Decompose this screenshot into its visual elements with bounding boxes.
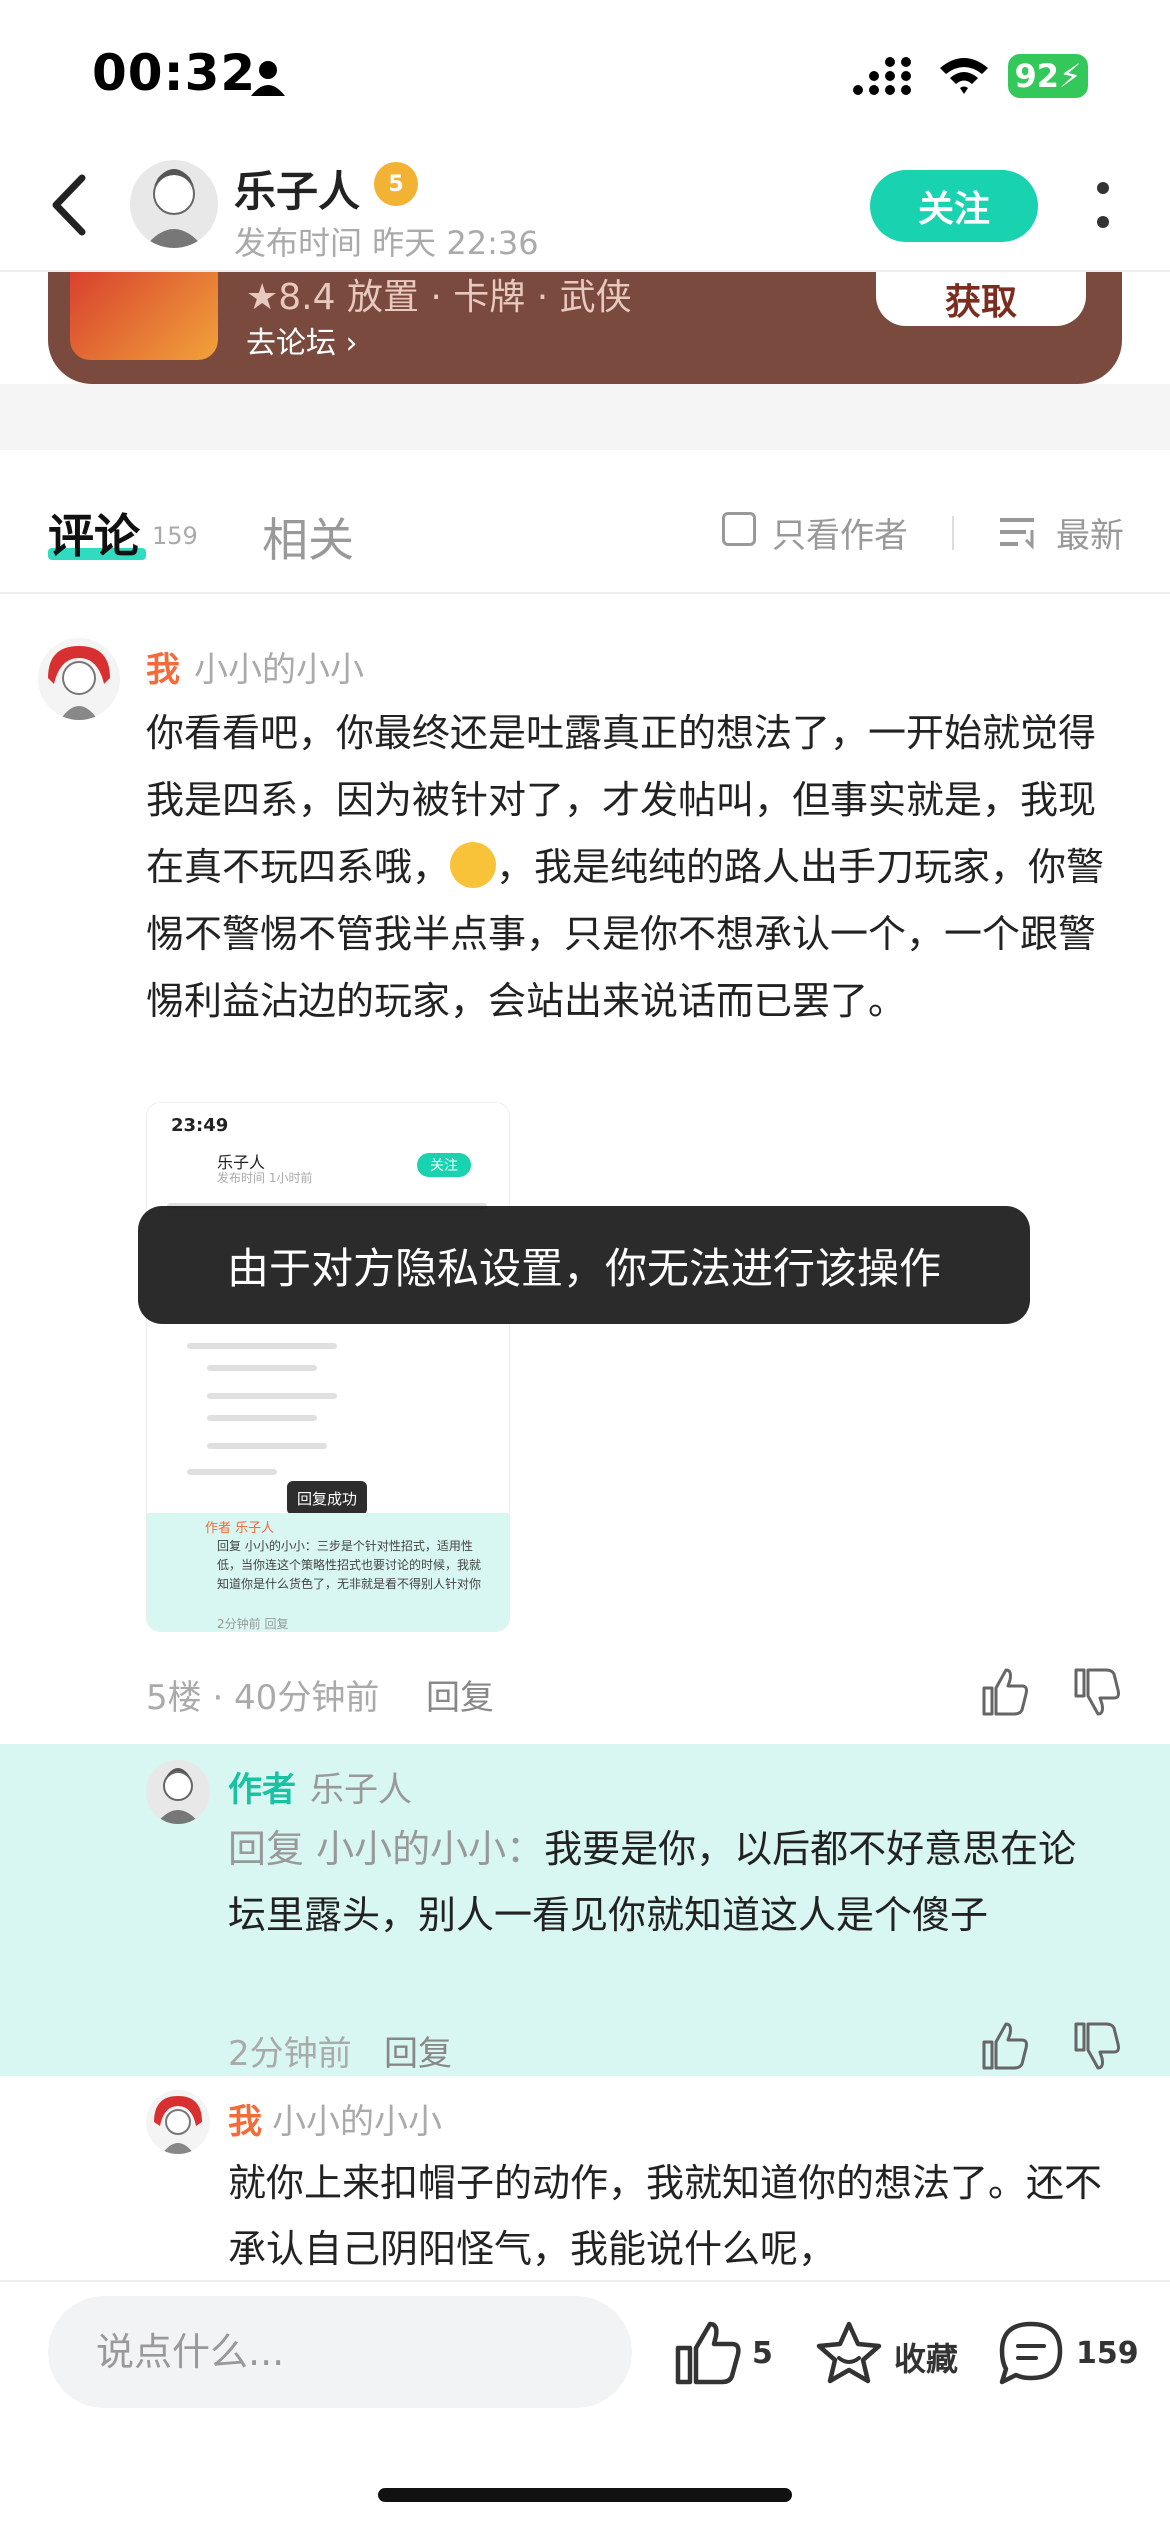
tabs-divider: [0, 592, 1170, 594]
follow-button[interactable]: 关注: [870, 170, 1038, 242]
forum-link[interactable]: 去论坛 ›: [246, 318, 358, 362]
tab-comments[interactable]: 评论: [48, 500, 140, 566]
author-tag: 作者: [228, 1770, 296, 1810]
post-like-count: 5: [752, 2336, 773, 2371]
battery-indicator: 92 ⚡: [1008, 54, 1088, 98]
tab-related[interactable]: 相关: [262, 504, 354, 570]
game-icon: [70, 272, 218, 360]
reply-author-avatar[interactable]: [146, 1760, 210, 1824]
commenter-avatar[interactable]: [38, 638, 120, 720]
thumb-reply-toast: 回复成功: [287, 1481, 367, 1515]
section-spacer: [0, 384, 1170, 450]
reply2-avatar[interactable]: [146, 2090, 210, 2154]
reply-reply-button[interactable]: 回复: [384, 2026, 452, 2075]
comment-reply-button[interactable]: 回复: [426, 1670, 494, 1719]
only-author-checkbox[interactable]: [722, 512, 756, 546]
reply2-me-tag: 我: [228, 2102, 262, 2142]
thumb-author-text: 回复 小小的小小：三步是个针对性招式，适用性低，当你连这个策略性招式也要讨论的时…: [217, 1539, 482, 1591]
dislike-icon[interactable]: [1070, 1666, 1122, 1718]
favorite-star-icon[interactable]: [814, 2318, 884, 2388]
reply-like-icon[interactable]: [978, 2020, 1030, 2072]
post-comment-count: 159: [1076, 2336, 1139, 2371]
sort-label[interactable]: 最新: [1056, 508, 1124, 557]
reply-author-name[interactable]: 乐子人: [310, 1762, 412, 1811]
signal-icon: [853, 57, 911, 95]
thumb-author-tag: 作者 乐子人: [205, 1521, 275, 1536]
thumb-follow: 关注: [417, 1153, 471, 1177]
charging-icon: ⚡: [1059, 57, 1082, 95]
reply-prefix: 回复 小小的小小：: [228, 1827, 545, 1871]
reply-dislike-icon[interactable]: [1070, 2020, 1122, 2072]
author-name[interactable]: 乐子人: [234, 158, 360, 219]
author-avatar[interactable]: [130, 160, 218, 248]
home-indicator[interactable]: [378, 2488, 792, 2502]
post-like-icon[interactable]: [672, 2318, 742, 2388]
only-author-label[interactable]: 只看作者: [772, 508, 908, 557]
comment-input[interactable]: [48, 2296, 632, 2408]
thumb-footer: 2分钟前 回复: [217, 1617, 289, 1631]
person-icon: [251, 61, 285, 96]
wifi-icon: [940, 58, 988, 94]
commenter-name[interactable]: 小小的小小: [194, 642, 364, 691]
game-rating: ★8.4 放置 · 卡牌 · 武侠: [246, 277, 632, 318]
comment-bubble-icon[interactable]: [996, 2318, 1066, 2388]
privacy-toast: 由于对方隐私设置，你无法进行该操作: [138, 1206, 1030, 1324]
back-icon[interactable]: [44, 170, 94, 240]
like-icon[interactable]: [978, 1666, 1030, 1718]
smiling-emoji-icon: [450, 842, 497, 888]
comment-meta: 5楼 · 40分钟前: [146, 1678, 380, 1718]
sort-icon[interactable]: [998, 512, 1038, 552]
reply-time: 2分钟前: [228, 2034, 352, 2074]
reply2-name[interactable]: 小小的小小: [272, 2094, 442, 2143]
more-icon[interactable]: [1096, 176, 1110, 236]
status-time: 00:32: [92, 44, 257, 102]
favorite-label[interactable]: 收藏: [894, 2334, 958, 2380]
get-game-button[interactable]: 获取: [876, 272, 1086, 326]
comment-text: 你看看吧，你最终还是吐露真正的想法了，一开始就觉得我是四系，因为被针对了，才发帖…: [146, 700, 1106, 1035]
level-badge: 5: [374, 162, 418, 206]
me-tag: 我: [146, 650, 180, 690]
reply-text: 回复 小小的小小：我要是你，以后都不好意思在论坛里露头，别人一看见你就知道这人是…: [228, 1816, 1108, 1948]
battery-level: 92: [1014, 57, 1060, 95]
thumb-time: 23:49: [171, 1115, 229, 1136]
comments-count: 159: [152, 522, 198, 550]
comment-screenshot-image[interactable]: 23:49 乐子人 发布时间 1小时前 关注 回复成功 作者 乐子人 回复 小小…: [146, 1102, 510, 1632]
thumb-subtitle: 发布时间 1小时前: [217, 1171, 313, 1185]
sort-separator: [952, 516, 954, 550]
publish-time: 发布时间 昨天 22:36: [234, 224, 539, 262]
reply2-text: 就你上来扣帽子的动作，我就知道你的想法了。还不承认自己阴阳怪气，我能说什么呢，: [228, 2161, 1103, 2271]
